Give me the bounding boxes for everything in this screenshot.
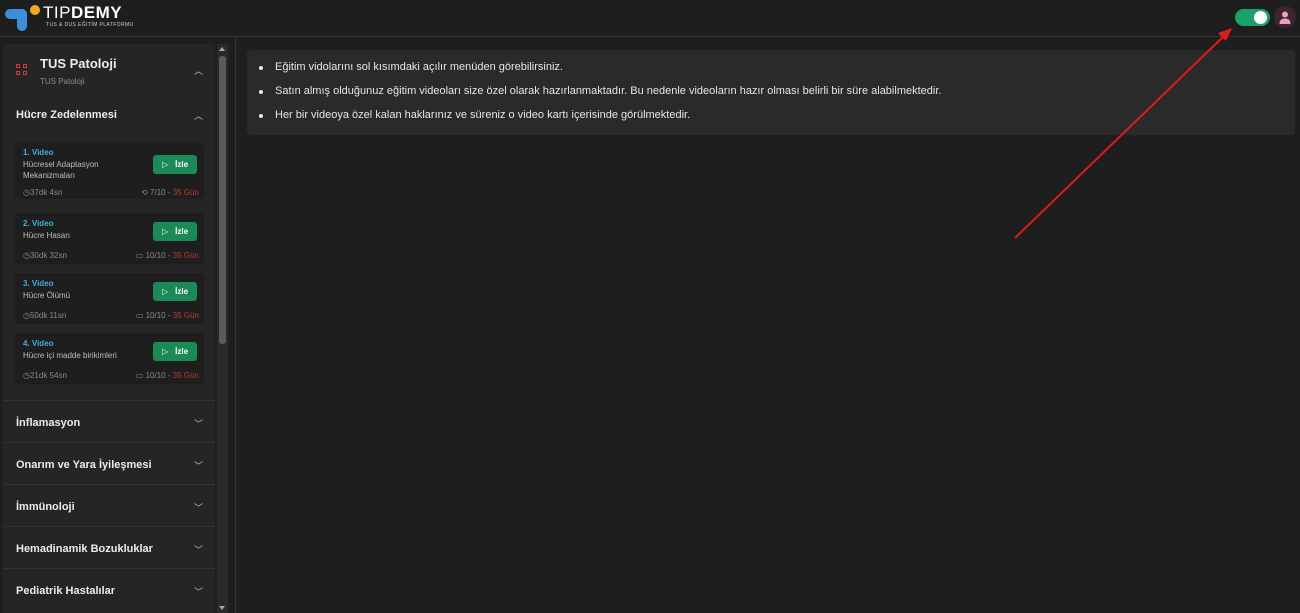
course-sidebar: TUS Patoloji TUS Patoloji ︿ Hücre Zedele… [3,44,215,613]
info-panel: Eğitim vidolarını sol kısımdaki açılır m… [247,50,1295,135]
chevron-up-icon: ︿ [193,66,203,76]
scroll-up-icon[interactable] [219,47,225,51]
watch-button[interactable]: ▷ İzle [153,222,197,241]
play-icon: ▷ [161,227,169,236]
top-bar: TIPDEMY TUS & DUS EĞİTİM PLATFORMU [0,0,1300,37]
video-duration: ◷37dk 4sn [23,188,63,197]
sidebar-scrollbar[interactable] [217,44,228,613]
play-icon: ▷ [161,287,169,296]
calendar-icon: ▭ [135,251,144,260]
section-pediatrik[interactable]: Pediatrik Hastalılar ﹀ [3,568,215,610]
video-duration: ◷21dk 54sn [23,371,67,380]
clock-icon: ◷ [23,251,30,260]
video-name: Hücre Ölümü [23,291,71,300]
section-immunoloji[interactable]: İmmünoloji ﹀ [3,484,215,526]
video-duration: ◷30dk 32sn [23,251,67,260]
video-number: 3. Video [23,279,54,288]
chevron-up-icon: ︿ [193,111,203,121]
user-avatar-button[interactable] [1274,6,1296,28]
content-divider [235,37,236,613]
play-icon: ▷ [161,347,169,356]
video-name: Hücre Hasarı [23,231,71,240]
section-title: Hücre Zedelenmesi [16,109,117,121]
logo-mark-icon [5,4,41,32]
video-duration: ◷50dk 11sn [23,311,67,320]
section-label: Pediatrik Hastalılar [16,585,116,597]
video-number: 2. Video [23,219,54,228]
grid-icon [16,64,27,75]
section-inflamasyon[interactable]: İnflamasyon ﹀ [3,400,215,442]
play-icon: ▷ [161,160,169,169]
info-item: Her bir videoya özel kalan haklarınız ve… [257,109,941,133]
section-onarim[interactable]: Onarım ve Yara İyileşmesi ﹀ [3,442,215,484]
clock-icon: ◷ [23,371,30,380]
toggle-knob [1254,11,1267,24]
user-icon [1279,11,1291,24]
chevron-down-icon: ﹀ [193,419,203,429]
video-number: 4. Video [23,339,54,348]
section-label: Onarım ve Yara İyileşmesi [16,459,152,471]
clock-icon: ◷ [23,188,30,197]
info-item: Satın almış olduğunuz eğitim videoları s… [257,85,941,109]
clock-icon: ◷ [23,311,30,320]
video-name: Hücre içi madde birikimleri [23,351,117,360]
section-label: Hemadinamik Bozukluklar [16,543,153,555]
history-icon: ⟲ [141,188,148,197]
watch-button[interactable]: ▷ İzle [153,282,197,301]
video-card: 1. Video Hücresel Adaptasyon Mekanizmala… [15,142,204,199]
chevron-down-icon: ﹀ [193,545,203,555]
video-remaining: ⟲ 7/10 - 35 Gün [141,188,199,197]
info-list: Eğitim vidolarını sol kısımdaki açılır m… [257,61,941,133]
course-title: TUS Patoloji [40,56,117,71]
calendar-icon: ▭ [135,311,144,320]
brand-name: TIPDEMY [43,3,123,22]
section-label: İmmünoloji [16,501,75,513]
calendar-icon: ▭ [135,371,144,380]
chevron-down-icon: ﹀ [193,503,203,513]
brand-logo[interactable]: TIPDEMY TUS & DUS EĞİTİM PLATFORMU [5,4,134,32]
video-card: 4. Video Hücre içi madde birikimleri ▷ İz… [15,333,204,384]
chevron-down-icon: ﹀ [193,461,203,471]
course-subtitle: TUS Patoloji [40,77,85,86]
chevron-down-icon: ﹀ [193,587,203,597]
theme-toggle[interactable] [1235,9,1270,26]
video-remaining: ▭ 10/10 - 35 Gün [135,251,199,260]
video-card: 2. Video Hücre Hasarı ▷ İzle ◷30dk 32sn ▭… [15,213,204,264]
video-card: 3. Video Hücre Ölümü ▷ İzle ◷50dk 11sn ▭ … [15,273,204,324]
video-number: 1. Video [23,148,54,157]
course-header[interactable]: TUS Patoloji TUS Patoloji ︿ [3,44,215,92]
info-item: Eğitim vidolarını sol kısımdaki açılır m… [257,61,941,85]
section-hemadinamik[interactable]: Hemadinamik Bozukluklar ﹀ [3,526,215,568]
brand-tagline: TUS & DUS EĞİTİM PLATFORMU [46,22,134,28]
watch-button[interactable]: ▷ İzle [153,342,197,361]
video-remaining: ▭ 10/10 - 35 Gün [135,371,199,380]
video-name: Hücresel Adaptasyon Mekanizmaları [23,160,99,180]
scroll-down-icon[interactable] [219,606,225,610]
section-label: İnflamasyon [16,417,81,429]
section-header-open[interactable]: Hücre Zedelenmesi ︿ [3,102,215,128]
video-remaining: ▭ 10/10 - 35 Gün [135,311,199,320]
scroll-thumb[interactable] [219,56,226,344]
watch-button[interactable]: ▷ İzle [153,155,197,174]
